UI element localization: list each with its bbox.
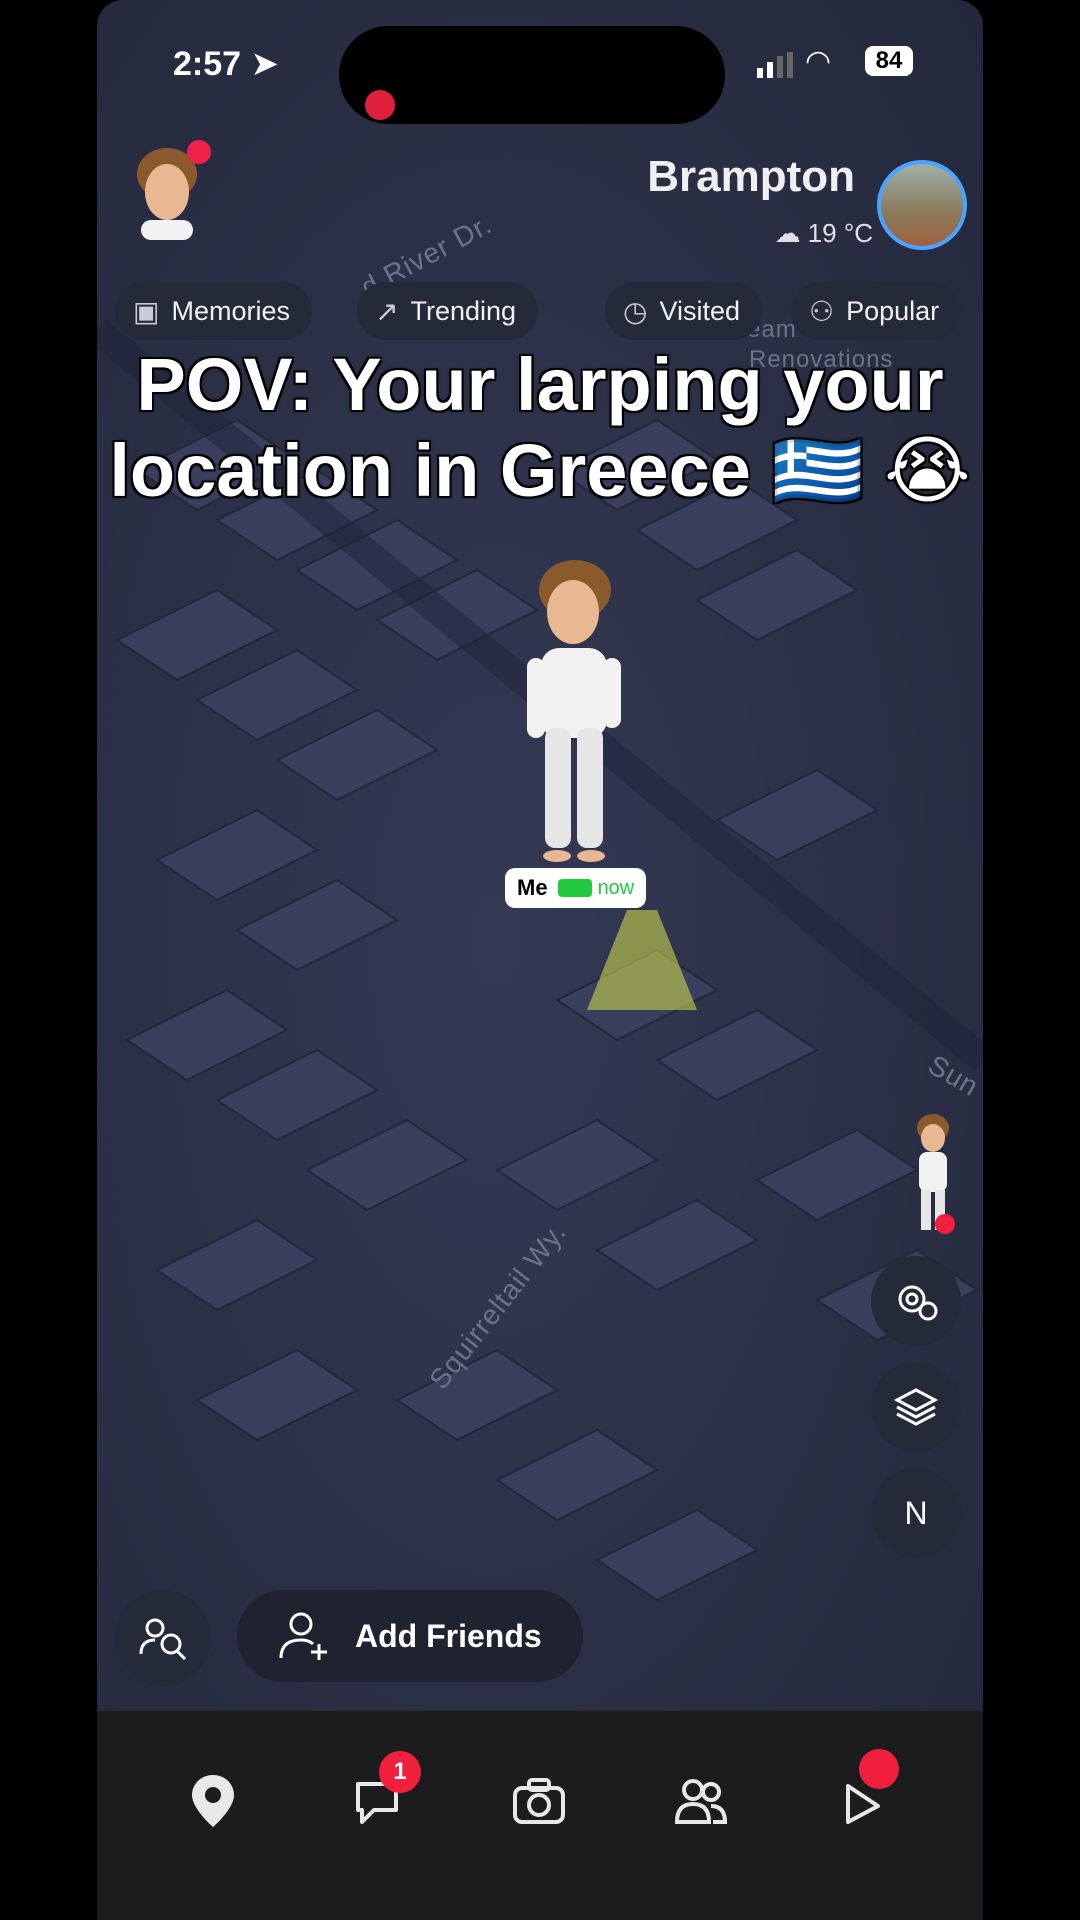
spotlight-notification-dot (859, 1749, 899, 1789)
signal-icon (757, 52, 793, 78)
location-arrow-icon: ➤ (250, 45, 280, 83)
search-person-icon (139, 1618, 187, 1661)
friend-bitmoji[interactable] (897, 1108, 967, 1238)
city-name[interactable]: Brampton (647, 152, 855, 202)
status-bar: 2:57 ➤ ◠ 84 (97, 26, 983, 124)
battery-icon (557, 879, 592, 897)
tab-spotlight[interactable] (831, 1749, 899, 1833)
weather-readout: ☁ 19 °C (774, 218, 873, 248)
filter-visited[interactable]: ◷ Visited (605, 282, 762, 340)
friends-icon (674, 1779, 728, 1824)
compass-button[interactable]: N (871, 1468, 961, 1558)
friend-notification-dot (935, 1214, 955, 1234)
chat-unread-badge: 1 (379, 1751, 421, 1793)
map-settings-button[interactable] (871, 1256, 961, 1346)
battery-level: 84 (865, 46, 913, 76)
filter-popular[interactable]: ⚇ Popular (791, 282, 962, 340)
compass-icon: N (904, 1494, 928, 1531)
tab-chat[interactable]: 1 (345, 1751, 421, 1833)
tab-map[interactable] (181, 1769, 245, 1833)
bottom-tab-bar: 1 (97, 1710, 983, 1920)
people-icon: ⚇ (809, 295, 835, 327)
search-friends-button[interactable] (115, 1590, 211, 1686)
tab-stories[interactable] (669, 1769, 733, 1833)
filter-trending[interactable]: ↗ Trending (357, 282, 539, 340)
caption-line-2: location in Greece 🇬🇷 😭 (109, 429, 971, 512)
map-filter-bar: ▣ Memories ↗ Trending ◷ Visited ⚇ Popula… (115, 282, 983, 342)
me-status: now (597, 876, 635, 899)
add-friend-icon (279, 1612, 327, 1660)
bitmoji-avatar[interactable] (509, 548, 639, 878)
tab-camera[interactable] (507, 1769, 571, 1833)
status-time: 2:57 ➤ (173, 45, 280, 83)
map-view[interactable]: d River Dr. Squirreltail Wy. Sun eam Ren… (97, 0, 983, 1710)
recording-indicator (365, 90, 395, 120)
dynamic-island (339, 26, 725, 124)
me-location-label[interactable]: Me now (505, 868, 647, 908)
cloud-icon: ☁ (774, 218, 801, 248)
profile-notification-dot (187, 140, 211, 164)
settings-gear-icon (898, 1285, 938, 1321)
caption-line-1: POV: Your larping your (136, 343, 944, 426)
map-pin-icon (192, 1775, 234, 1827)
add-friends-label: Add Friends (355, 1617, 542, 1654)
map-layers-button[interactable] (871, 1362, 961, 1452)
camera-icon (513, 1778, 565, 1824)
add-friends-button[interactable]: Add Friends (237, 1590, 583, 1682)
me-name: Me (517, 875, 548, 900)
wifi-icon: ◠ (805, 45, 832, 78)
layers-icon (893, 1388, 939, 1426)
memories-icon: ▣ (133, 295, 160, 327)
phone-screen: d River Dr. Squirreltail Wy. Sun eam Ren… (97, 0, 983, 1920)
filter-memories[interactable]: ▣ Memories (115, 282, 312, 340)
clock-icon: ◷ (623, 295, 648, 327)
trending-icon: ↗ (375, 295, 399, 327)
city-story-thumbnail[interactable] (877, 160, 967, 250)
